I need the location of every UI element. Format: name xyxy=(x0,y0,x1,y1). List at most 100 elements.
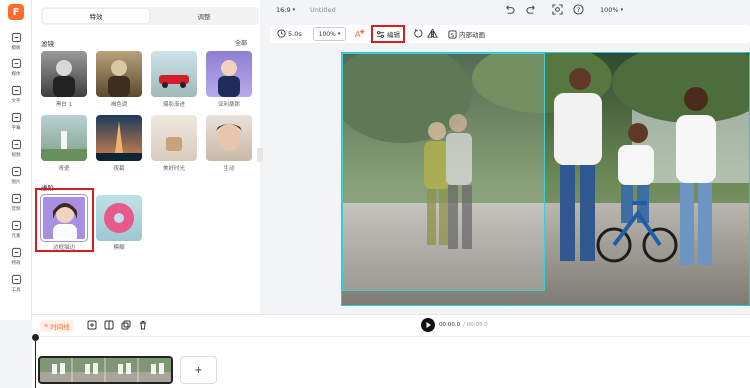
redo-icon[interactable] xyxy=(526,4,537,15)
media-icon xyxy=(11,58,21,69)
audio-icon xyxy=(11,193,21,204)
timeline-icon: ≡ xyxy=(44,323,49,329)
rotate-icon[interactable] xyxy=(413,28,424,39)
tab-adjust[interactable]: 调整 xyxy=(151,9,257,23)
edit-button[interactable]: 编辑 xyxy=(376,29,400,39)
sidebar-item-label: 文字 xyxy=(11,99,21,104)
timeline-track: + xyxy=(32,334,750,388)
zoom-value: 100% xyxy=(600,6,619,14)
tools-icon xyxy=(11,274,21,285)
filter-label: 美好时光 xyxy=(162,166,185,172)
filter-thumb[interactable] xyxy=(151,115,197,161)
svg-text:?: ? xyxy=(577,6,580,14)
file-title[interactable]: Untitled xyxy=(310,6,336,14)
filter-label: 爆影渐进 xyxy=(162,102,185,108)
animation-label: 内部动画 xyxy=(459,31,485,39)
sidebar-item-2[interactable]: 文字 xyxy=(0,83,32,109)
filter-thumb[interactable] xyxy=(206,115,252,161)
sidebar-item-5[interactable]: 图片 xyxy=(0,164,32,190)
chevron-down-icon: ▾ xyxy=(620,7,624,13)
playhead[interactable] xyxy=(35,337,36,388)
total-time: / 00:05.0 xyxy=(463,322,488,328)
filter-label: 黑白 1 xyxy=(55,102,73,108)
sliders-icon xyxy=(376,30,385,38)
timeline-label: 时间线 xyxy=(50,323,70,331)
panel-collapse-handle[interactable] xyxy=(257,148,263,162)
sidebar-item-8[interactable]: 特效 xyxy=(0,245,32,271)
chevron-down-icon: ▾ xyxy=(337,31,341,37)
add-clip-icon[interactable] xyxy=(87,320,97,330)
sidebar-item-label: 媒体 xyxy=(11,72,21,77)
panel-tabs: 特效 调整 xyxy=(41,7,259,25)
sidebar-item-label: 视频 xyxy=(11,153,21,158)
delete-icon[interactable] xyxy=(138,320,148,330)
advanced-label: 边框描边 xyxy=(52,245,75,251)
animation-icon: S xyxy=(448,29,457,38)
sidebar-item-7[interactable]: 元素 xyxy=(0,218,32,244)
subtitle-icon xyxy=(11,112,21,123)
elements-icon xyxy=(11,220,21,231)
play-button[interactable] xyxy=(421,318,435,332)
sidebar-item-label: 音频 xyxy=(11,207,21,212)
filter-label: 褐色调 xyxy=(110,102,128,108)
effects-icon xyxy=(11,247,21,258)
filter-thumb[interactable] xyxy=(96,115,142,161)
help-icon[interactable]: ? xyxy=(573,4,584,15)
tab-effects[interactable]: 特效 xyxy=(43,9,149,23)
duration-value: 5.0s xyxy=(288,29,302,38)
playhead-knob[interactable] xyxy=(32,334,39,341)
sidebar-item-4[interactable]: 视频 xyxy=(0,137,32,163)
filter-label: 青瓷 xyxy=(58,166,70,172)
screenshot-icon[interactable] xyxy=(552,4,563,15)
split-icon[interactable] xyxy=(104,320,114,330)
duration-control[interactable]: 5.0s xyxy=(277,29,302,38)
ai-magic-icon[interactable]: A xyxy=(354,28,365,39)
scale-select[interactable]: 100% ▾ xyxy=(313,27,346,41)
edit-label: 编辑 xyxy=(387,31,400,39)
filter-label: 亚利桑那 xyxy=(217,102,240,108)
preview-canvas[interactable] xyxy=(341,52,750,306)
sidebar-item-1[interactable]: 媒体 xyxy=(0,56,32,82)
video-clip[interactable] xyxy=(38,356,173,384)
sidebar-item-9[interactable]: 工具 xyxy=(0,272,32,298)
clip-toolbar: 5.0s 100% ▾ A 编辑 S 内部动画 xyxy=(270,25,750,43)
filters-title: 滤镜 xyxy=(41,40,54,48)
sidebar-item-6[interactable]: 音频 xyxy=(0,191,32,217)
add-track-button[interactable]: + xyxy=(180,356,217,384)
crop-guide xyxy=(342,53,545,291)
sidebar-item-0[interactable]: 模板 xyxy=(0,30,32,56)
undo-icon[interactable] xyxy=(504,4,515,15)
template-icon xyxy=(11,32,21,43)
image-icon xyxy=(11,166,21,177)
duplicate-icon[interactable] xyxy=(121,320,131,330)
inner-animation-button[interactable]: S 内部动画 xyxy=(448,29,485,39)
sidebar-item-label: 图片 xyxy=(11,180,21,185)
timeline-toggle[interactable]: ≡ 时间线 xyxy=(40,320,74,332)
filter-label: 夜幕 xyxy=(113,166,125,172)
filter-thumb[interactable] xyxy=(206,51,252,97)
filter-thumb[interactable] xyxy=(96,51,142,97)
time-readout: 00:00.0 / 00:05.0 xyxy=(439,322,488,328)
sidebar-item-3[interactable]: 字幕 xyxy=(0,110,32,136)
aspect-value: 16:9 xyxy=(276,6,291,14)
sidebar-item-label: 工具 xyxy=(11,288,21,293)
left-rail: F 模板媒体文字字幕视频图片音频元素特效工具 xyxy=(0,0,32,320)
clip-thumbnails xyxy=(40,358,171,382)
aspect-ratio-select[interactable]: 16:9 ▾ xyxy=(276,6,295,14)
top-bar: 16:9 ▾ Untitled ? 100% ▾ xyxy=(260,0,750,22)
border-outline-thumb[interactable] xyxy=(41,195,87,241)
video-icon xyxy=(11,139,21,150)
filter-thumb[interactable] xyxy=(151,51,197,97)
text-icon xyxy=(11,85,21,96)
filter-thumb[interactable] xyxy=(41,115,87,161)
blur-thumb[interactable] xyxy=(96,195,142,241)
see-all-link[interactable]: 全部 xyxy=(235,38,247,47)
zoom-select[interactable]: 100% ▾ xyxy=(600,6,623,14)
app-logo[interactable]: F xyxy=(8,4,24,20)
clock-icon xyxy=(277,29,286,38)
filter-label: 生动 xyxy=(223,166,235,172)
filter-thumb[interactable] xyxy=(41,51,87,97)
sidebar-item-label: 元素 xyxy=(11,234,21,239)
flip-icon[interactable] xyxy=(427,28,438,39)
sidebar-item-label: 模板 xyxy=(11,46,21,51)
